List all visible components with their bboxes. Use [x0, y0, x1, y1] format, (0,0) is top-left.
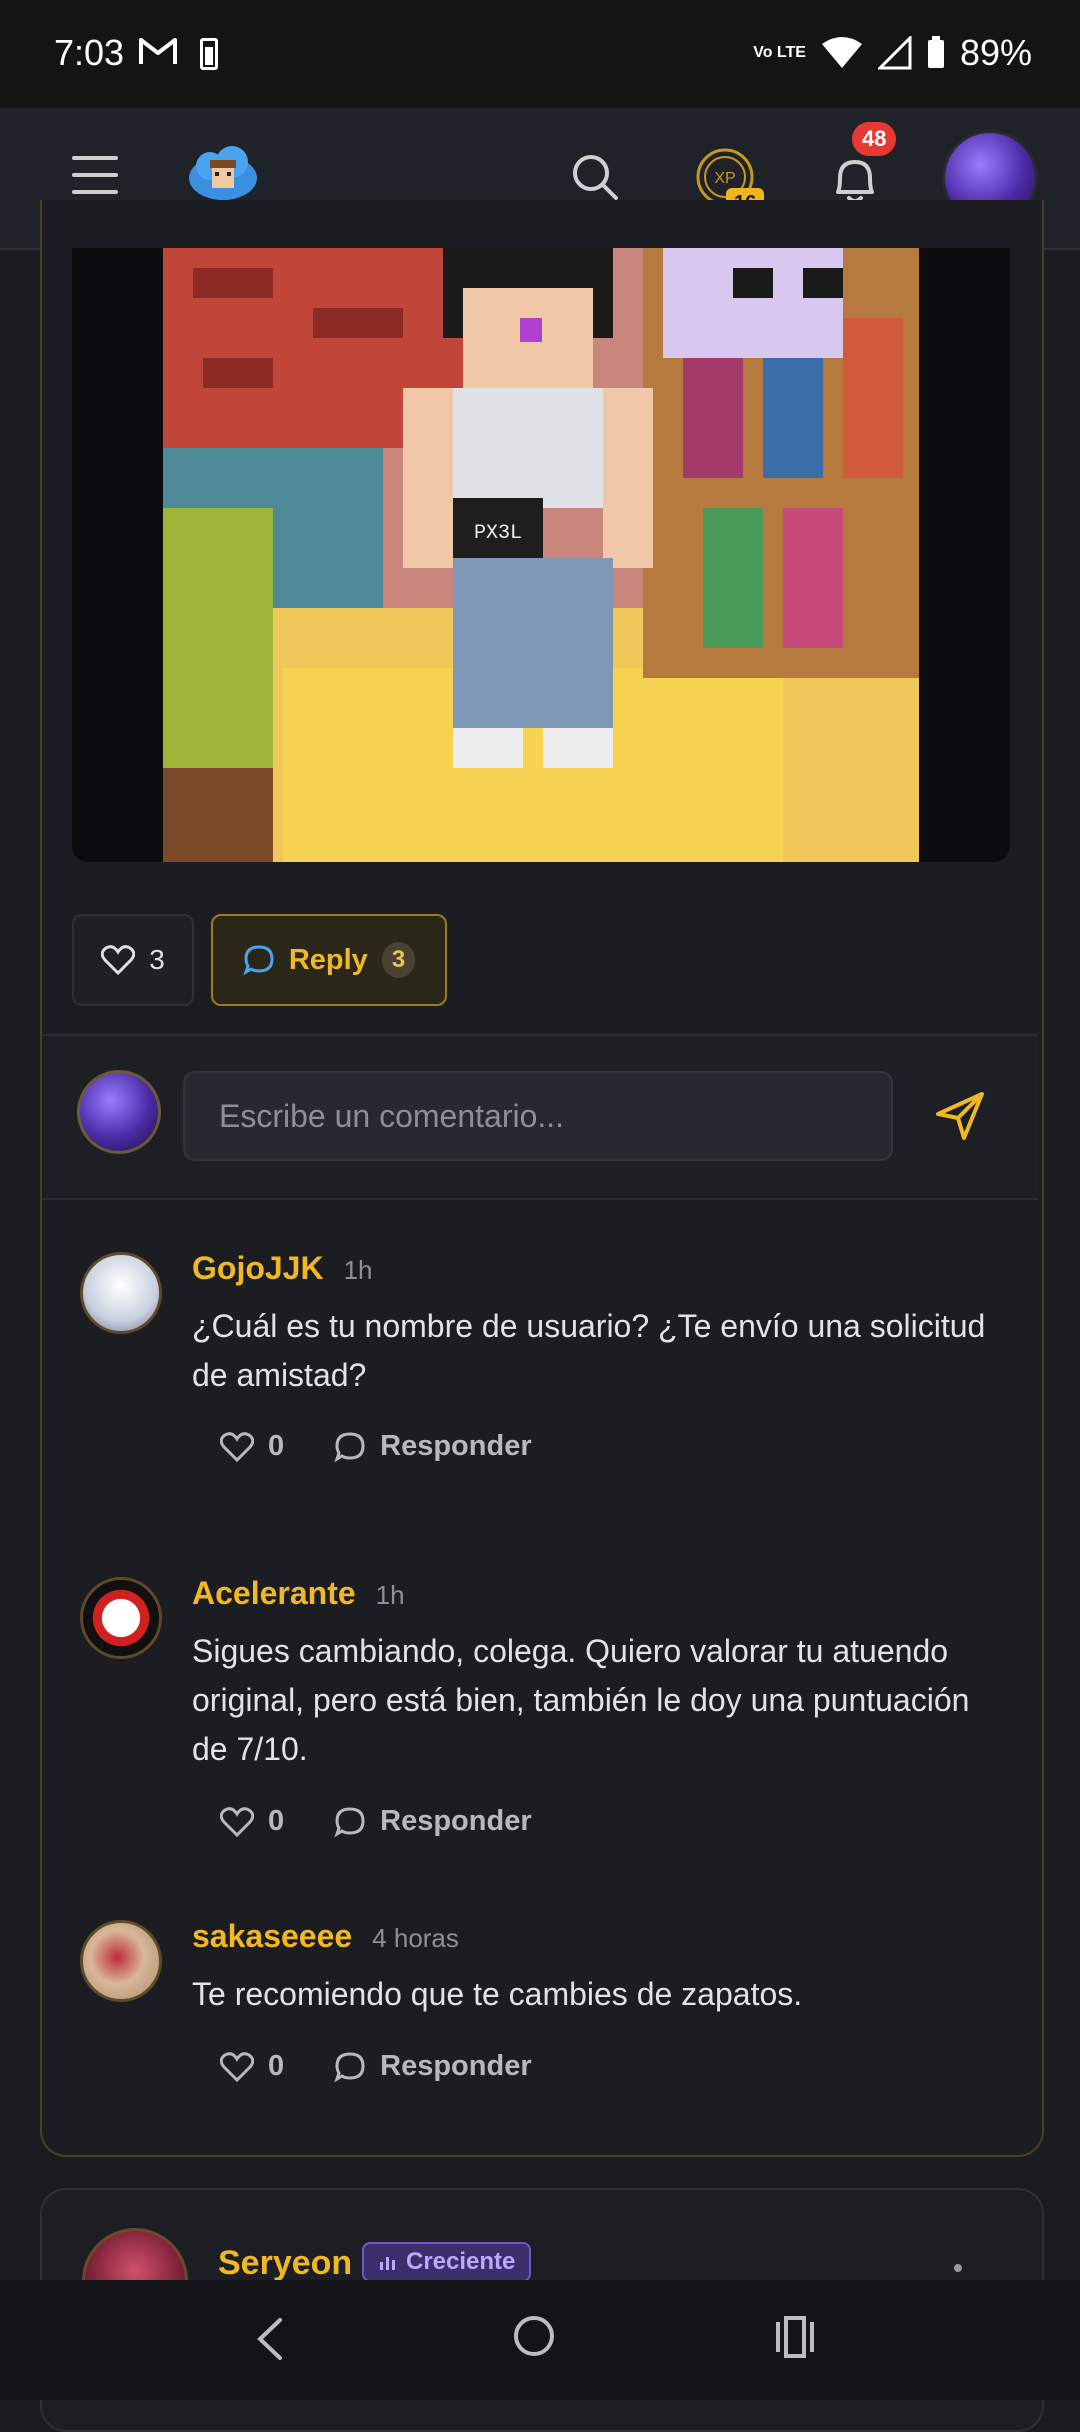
gmail-icon: [139, 38, 177, 64]
comment-time: 1h: [343, 1255, 373, 1285]
battery-percent: 89%: [959, 32, 1032, 73]
comment-text: Sigues cambiando, colega. Quiero valorar…: [192, 1633, 970, 1767]
post-image[interactable]: PX3L: [72, 248, 1010, 862]
comment-icon: [243, 945, 274, 976]
comment-like-button[interactable]: 0: [220, 1805, 284, 1838]
svg-text:XP: XP: [714, 170, 735, 187]
comment-avatar[interactable]: [80, 1920, 162, 2002]
volte-indicator: Vo LTE: [753, 44, 806, 61]
next-post-author[interactable]: Seryeon: [218, 2244, 352, 2283]
comment-avatar[interactable]: [80, 1252, 162, 1334]
comment-author[interactable]: Acelerante 1h: [192, 1575, 405, 1612]
home-icon[interactable]: [514, 2316, 554, 2356]
comment-reply-button[interactable]: Responder: [334, 1430, 532, 1463]
notification-count-badge: 48: [852, 122, 897, 156]
comment-like-button[interactable]: 0: [220, 1430, 284, 1463]
status-bar: 7:03 Vo LTE 89%: [0, 0, 1080, 108]
battery-icon: [927, 36, 944, 68]
wifi-icon: [821, 37, 862, 68]
post-image-content: PX3L: [163, 248, 919, 862]
comment-like-button[interactable]: 0: [220, 2050, 284, 2083]
comment-time: 1h: [375, 1580, 405, 1610]
my-avatar: [77, 1070, 161, 1154]
comment-reply-button[interactable]: Responder: [334, 1805, 532, 1838]
system-nav-bar: [0, 2280, 1080, 2400]
post-like-button[interactable]: 3: [72, 914, 194, 1006]
comment-author[interactable]: sakaseeee 4 horas: [192, 1918, 459, 1955]
divider: [42, 1198, 1038, 1200]
send-icon[interactable]: [934, 1090, 986, 1142]
comment-input[interactable]: [183, 1071, 893, 1161]
comment-item: Acelerante 1h Sigues cambiando, colega. Q…: [42, 1575, 1038, 1865]
recent-apps-icon[interactable]: [774, 2316, 816, 2358]
comment-like-count: 0: [268, 2050, 285, 2082]
more-options-icon[interactable]: [954, 2264, 962, 2272]
battery-saver-icon: [200, 38, 218, 70]
comment-time: 4 horas: [372, 1923, 459, 1953]
bar-chart-icon: [380, 2257, 395, 2270]
comment-text: ¿Cuál es tu nombre de usuario? ¿Te envío…: [192, 1308, 986, 1393]
reply-count-badge: 3: [381, 942, 416, 978]
comment-avatar[interactable]: [80, 1577, 162, 1659]
comment-author[interactable]: GojoJJK 1h: [192, 1250, 373, 1287]
status-time: 7:03: [54, 32, 125, 73]
menu-icon[interactable]: [72, 156, 118, 196]
post-like-count: 3: [149, 944, 165, 975]
post-reply-button[interactable]: Reply 3: [211, 914, 447, 1006]
comment-icon: [334, 2051, 365, 2082]
signal-icon: [877, 36, 912, 70]
heart-icon: [101, 945, 136, 975]
heart-icon: [220, 2051, 254, 2082]
comment-item: GojoJJK 1h ¿Cuál es tu nombre de usuario?…: [42, 1250, 1038, 1490]
reply-label: Reply: [288, 943, 368, 976]
back-icon[interactable]: [250, 2316, 290, 2362]
comment-like-count: 0: [268, 1430, 285, 1462]
app-logo-icon[interactable]: [186, 144, 260, 204]
comment-icon: [334, 1806, 365, 1837]
comment-reply-button[interactable]: Responder: [334, 2050, 532, 2083]
comment-text: Te recomiendo que te cambies de zapatos.: [192, 1976, 803, 2012]
heart-icon: [220, 1806, 254, 1837]
search-icon[interactable]: [570, 152, 620, 202]
comment-icon: [334, 1431, 365, 1462]
comment-item: sakaseeee 4 horas Te recomiendo que te ca…: [42, 1918, 1038, 2118]
tier-badge: Creciente: [362, 2242, 532, 2282]
comment-like-count: 0: [268, 1805, 285, 1837]
svg-text:PX3L: PX3L: [474, 522, 522, 545]
heart-icon: [220, 1431, 254, 1462]
